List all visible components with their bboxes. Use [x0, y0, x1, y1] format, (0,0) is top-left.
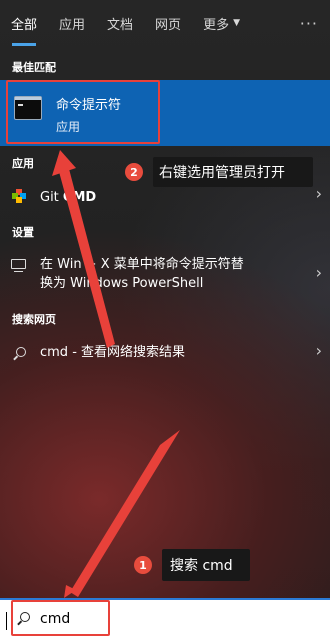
step-badge-1: 1: [134, 556, 152, 574]
arrow-to-best-match: [58, 165, 115, 348]
annotation-arrows: [52, 150, 180, 598]
step-badge-2: 2: [125, 163, 143, 181]
callout-step-2: 右键选用管理员打开: [153, 157, 313, 187]
callout-step-1: 搜索 cmd: [162, 549, 250, 581]
